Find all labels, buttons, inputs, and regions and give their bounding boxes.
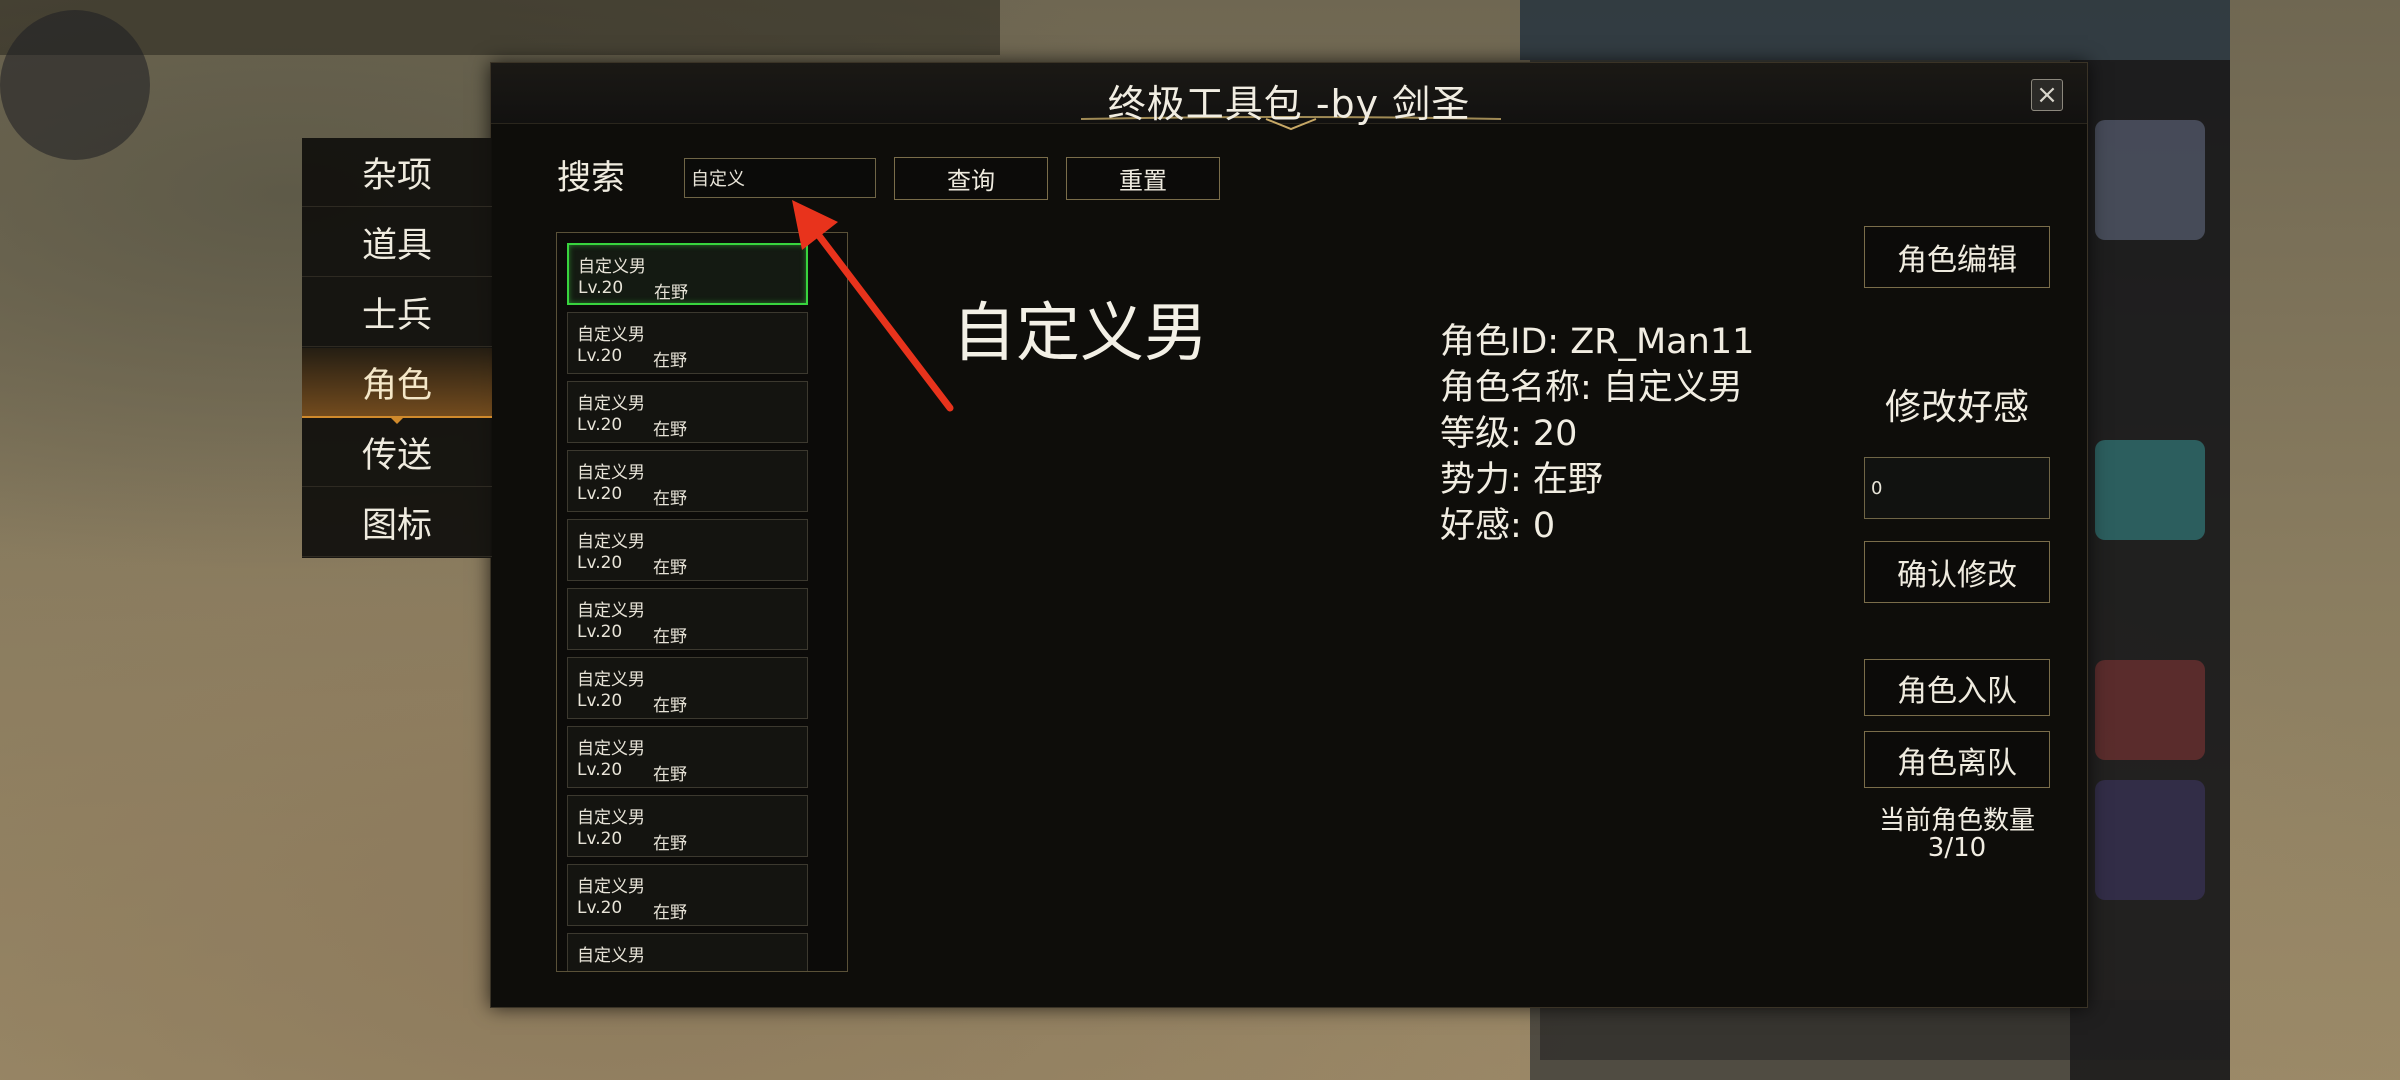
leave-party-button[interactable]: 角色离队 [1864, 731, 2050, 788]
list-item-faction: 在野 [654, 283, 688, 303]
party-count-value: 3/10 [1927, 833, 1987, 863]
list-item-faction: 在野 [653, 696, 687, 716]
sidebar-item-label: 道具 [361, 225, 432, 266]
info-character-id: 角色ID: ZR_Man11 [1440, 322, 1755, 362]
list-item[interactable]: 自定义男 Lv.20 在野 [567, 657, 808, 719]
background-right-top-bar [1520, 0, 2230, 60]
close-icon: × [2036, 80, 2058, 110]
list-item-level: Lv.20 [577, 346, 623, 366]
background-bottom-bar [1540, 1000, 2230, 1060]
list-item-faction: 在野 [653, 489, 687, 509]
list-item-faction: 在野 [653, 351, 687, 371]
list-item-level: Lv.20 [577, 415, 623, 435]
list-item-name: 自定义男 [577, 601, 645, 621]
role-edit-button[interactable]: 角色编辑 [1864, 226, 2050, 288]
window-titlebar[interactable]: 终极工具包 -by 剑圣 × [491, 63, 2087, 131]
list-item-level: Lv.20 [577, 622, 623, 642]
list-item-name: 自定义男 [577, 325, 645, 345]
sidebar-nav: 杂项 道具 士兵 角色 传送 图标 [302, 138, 492, 558]
list-item-name: 自定义男 [577, 670, 645, 690]
list-item-name: 自定义男 [577, 532, 645, 552]
reset-button[interactable]: 重置 [1066, 157, 1220, 200]
list-item-name: 自定义男 [577, 739, 645, 759]
list-item-faction: 在野 [653, 903, 687, 923]
list-item-name: 自定义男 [578, 257, 646, 277]
query-button[interactable]: 查询 [894, 157, 1048, 200]
list-item-name: 自定义男 [577, 394, 645, 414]
sidebar-item-label: 士兵 [361, 295, 432, 336]
list-item-faction: 在野 [653, 765, 687, 785]
annotation-arrow-icon [792, 200, 954, 412]
info-character-name: 角色名称: 自定义男 [1440, 368, 1743, 408]
background-scroll-icon [2095, 440, 2205, 540]
background-book-icon [2095, 780, 2205, 900]
background-emblem [0, 10, 150, 160]
list-item-level: Lv.20 [577, 829, 623, 849]
sidebar-item-characters[interactable]: 角色 [302, 348, 492, 424]
list-item-level: Lv.20 [578, 278, 624, 298]
list-item[interactable]: 自定义男 Lv.20 在野 [567, 864, 808, 926]
info-faction: 势力: 在野 [1440, 460, 1603, 500]
list-item-name: 自定义男 [577, 877, 645, 897]
background-portrait-icon [2095, 120, 2205, 240]
list-item-faction: 在野 [653, 627, 687, 647]
confirm-modify-button[interactable]: 确认修改 [1864, 541, 2050, 603]
sidebar-item-soldiers[interactable]: 士兵 [302, 278, 492, 347]
info-level: 等级: 20 [1440, 414, 1578, 454]
list-item[interactable]: 自定义男 Lv.20 在野 [567, 381, 808, 443]
list-item[interactable]: 自定义男 Lv.20 在野 [567, 588, 808, 650]
background-top-bar [0, 0, 1000, 55]
list-item-faction: 在野 [653, 558, 687, 578]
info-affinity: 好感: 0 [1440, 506, 1556, 546]
list-item-name: 自定义男 [577, 808, 645, 828]
affinity-heading: 修改好感 [1884, 387, 2029, 428]
list-item-name: 自定义男 [577, 463, 645, 483]
search-input[interactable] [684, 158, 876, 198]
list-item[interactable]: 自定义男 Lv.20 在野 [567, 795, 808, 857]
close-button[interactable]: × [2031, 79, 2063, 111]
list-item-level: Lv.20 [577, 760, 623, 780]
list-item[interactable]: 自定义男 Lv.20 在野 [567, 243, 808, 305]
list-item-level: Lv.20 [577, 553, 623, 573]
list-item-faction: 在野 [653, 834, 687, 854]
list-item-level: Lv.20 [577, 898, 623, 918]
sidebar-item-label: 传送 [361, 435, 432, 476]
sidebar-item-items[interactable]: 道具 [302, 208, 492, 277]
sidebar-item-icons[interactable]: 图标 [302, 488, 492, 557]
party-count-label: 当前角色数量 [1878, 806, 2035, 836]
list-item-name: 自定义男 [577, 946, 645, 966]
list-item[interactable]: 自定义男 Lv.20 在野 [567, 726, 808, 788]
selected-character-name: 自定义男 [952, 297, 1208, 371]
sidebar-item-label: 杂项 [361, 155, 432, 196]
list-item-level: Lv.20 [577, 691, 623, 711]
join-party-button[interactable]: 角色入队 [1864, 659, 2050, 716]
list-item[interactable]: 自定义男 Lv.20 在野 [567, 312, 808, 374]
sidebar-item-misc[interactable]: 杂项 [302, 138, 492, 207]
affinity-input[interactable] [1864, 457, 2050, 519]
list-item[interactable]: 自定义男 [567, 933, 808, 971]
sidebar-item-teleport[interactable]: 传送 [302, 418, 492, 487]
sidebar-item-label: 角色 [361, 365, 432, 406]
sidebar-item-label: 图标 [361, 505, 432, 546]
background-heart-icon [2095, 660, 2205, 760]
list-item-level: Lv.20 [577, 484, 623, 504]
search-label: 搜索 [557, 158, 625, 198]
list-item-faction: 在野 [653, 420, 687, 440]
window-title: 终极工具包 -by 剑圣 [1107, 82, 1471, 126]
list-item[interactable]: 自定义男 Lv.20 在野 [567, 450, 808, 512]
list-item[interactable]: 自定义男 Lv.20 在野 [567, 519, 808, 581]
